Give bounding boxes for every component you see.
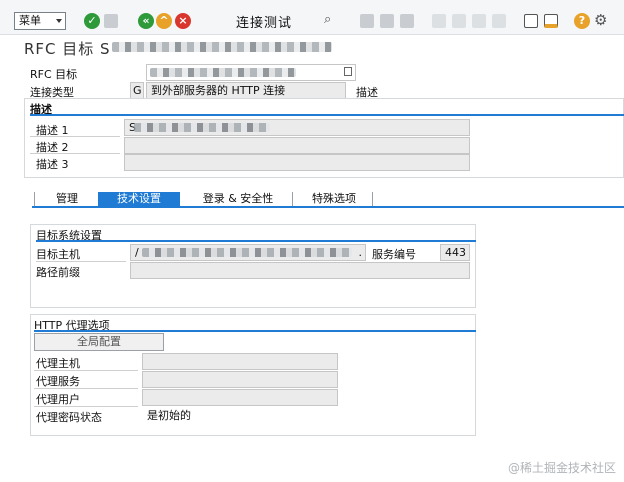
target-host-label: 目标主机 (36, 248, 80, 261)
description-title-line (30, 114, 624, 116)
settings-gear-icon[interactable]: ⚙ (594, 11, 607, 29)
service-number-label: 服务编号 (372, 248, 416, 261)
proxy-password-status-value: 是初始的 (142, 407, 338, 424)
copy-icon[interactable] (344, 67, 352, 76)
tab-technical-settings[interactable]: 技术设置 (98, 192, 180, 206)
tab-management[interactable]: 管理 (40, 192, 94, 206)
menu-button-label: 菜单 (19, 14, 41, 27)
proxy-password-status-label: 代理密码状态 (36, 411, 102, 424)
proxy-service-field[interactable] (142, 371, 338, 388)
glasses-icon[interactable]: ⌕ (324, 12, 331, 27)
redacted-target-host (142, 248, 352, 257)
redacted-description-1 (134, 123, 270, 132)
target-system-title-line (36, 240, 476, 242)
print-icon[interactable] (360, 14, 374, 28)
check-icon[interactable]: ✓ (84, 13, 100, 29)
description-2-field[interactable] (124, 137, 470, 154)
tab-divider (372, 192, 373, 206)
path-prefix-field[interactable] (130, 262, 470, 279)
connection-type-desc: 到外部服务器的 HTTP 连接 (146, 82, 346, 99)
target-host-suffix: . (358, 246, 363, 259)
chevron-down-icon (56, 19, 62, 23)
row-divider (34, 370, 138, 371)
tab-logon-security[interactable]: 登录 & 安全性 (186, 192, 290, 206)
service-number-field[interactable]: 443 (440, 244, 470, 261)
page-title: RFC 目标 S (24, 40, 111, 58)
http-proxy-title-line (34, 330, 476, 332)
tab-divider (34, 192, 35, 206)
new-session-icon[interactable] (524, 14, 538, 28)
connection-type-code: G (130, 82, 144, 99)
shortcut-icon[interactable] (544, 14, 558, 28)
tab-strip-underline (32, 206, 624, 208)
row-divider (30, 153, 120, 154)
proxy-service-label: 代理服务 (36, 375, 80, 388)
tab-divider (292, 192, 293, 206)
rfc-target-label: RFC 目标 (30, 68, 78, 81)
previous-page-icon[interactable] (452, 14, 466, 28)
help-icon[interactable]: ? (574, 13, 590, 29)
proxy-host-field[interactable] (142, 353, 338, 370)
back-icon[interactable]: « (138, 13, 154, 29)
first-page-icon[interactable] (432, 14, 446, 28)
connection-test-button[interactable]: 连接测试 (236, 12, 292, 31)
last-page-icon[interactable] (492, 14, 506, 28)
path-prefix-label: 路径前缀 (36, 266, 80, 279)
next-page-icon[interactable] (472, 14, 486, 28)
find-icon[interactable] (380, 14, 394, 28)
cancel-icon[interactable]: × (175, 13, 191, 29)
description-3-label: 描述 3 (36, 158, 69, 171)
global-config-button[interactable]: 全局配置 (34, 333, 164, 351)
proxy-user-label: 代理用户 (36, 393, 80, 406)
target-host-value: / (135, 246, 139, 259)
tab-special-options[interactable]: 特殊选项 (298, 192, 370, 206)
exit-icon[interactable]: ^ (156, 13, 172, 29)
proxy-user-field[interactable] (142, 389, 338, 406)
proxy-host-label: 代理主机 (36, 357, 80, 370)
find-next-icon[interactable] (400, 14, 414, 28)
menu-button[interactable]: 菜单 (14, 12, 66, 30)
redacted-rfc-target (150, 68, 296, 77)
watermark: @稀土掘金技术社区 (507, 461, 616, 475)
row-divider (34, 406, 138, 407)
save-icon[interactable] (104, 14, 118, 28)
row-divider (36, 261, 126, 262)
row-divider (30, 136, 120, 137)
description-3-field[interactable] (124, 154, 470, 171)
row-divider (34, 388, 138, 389)
redacted-title (112, 42, 332, 52)
